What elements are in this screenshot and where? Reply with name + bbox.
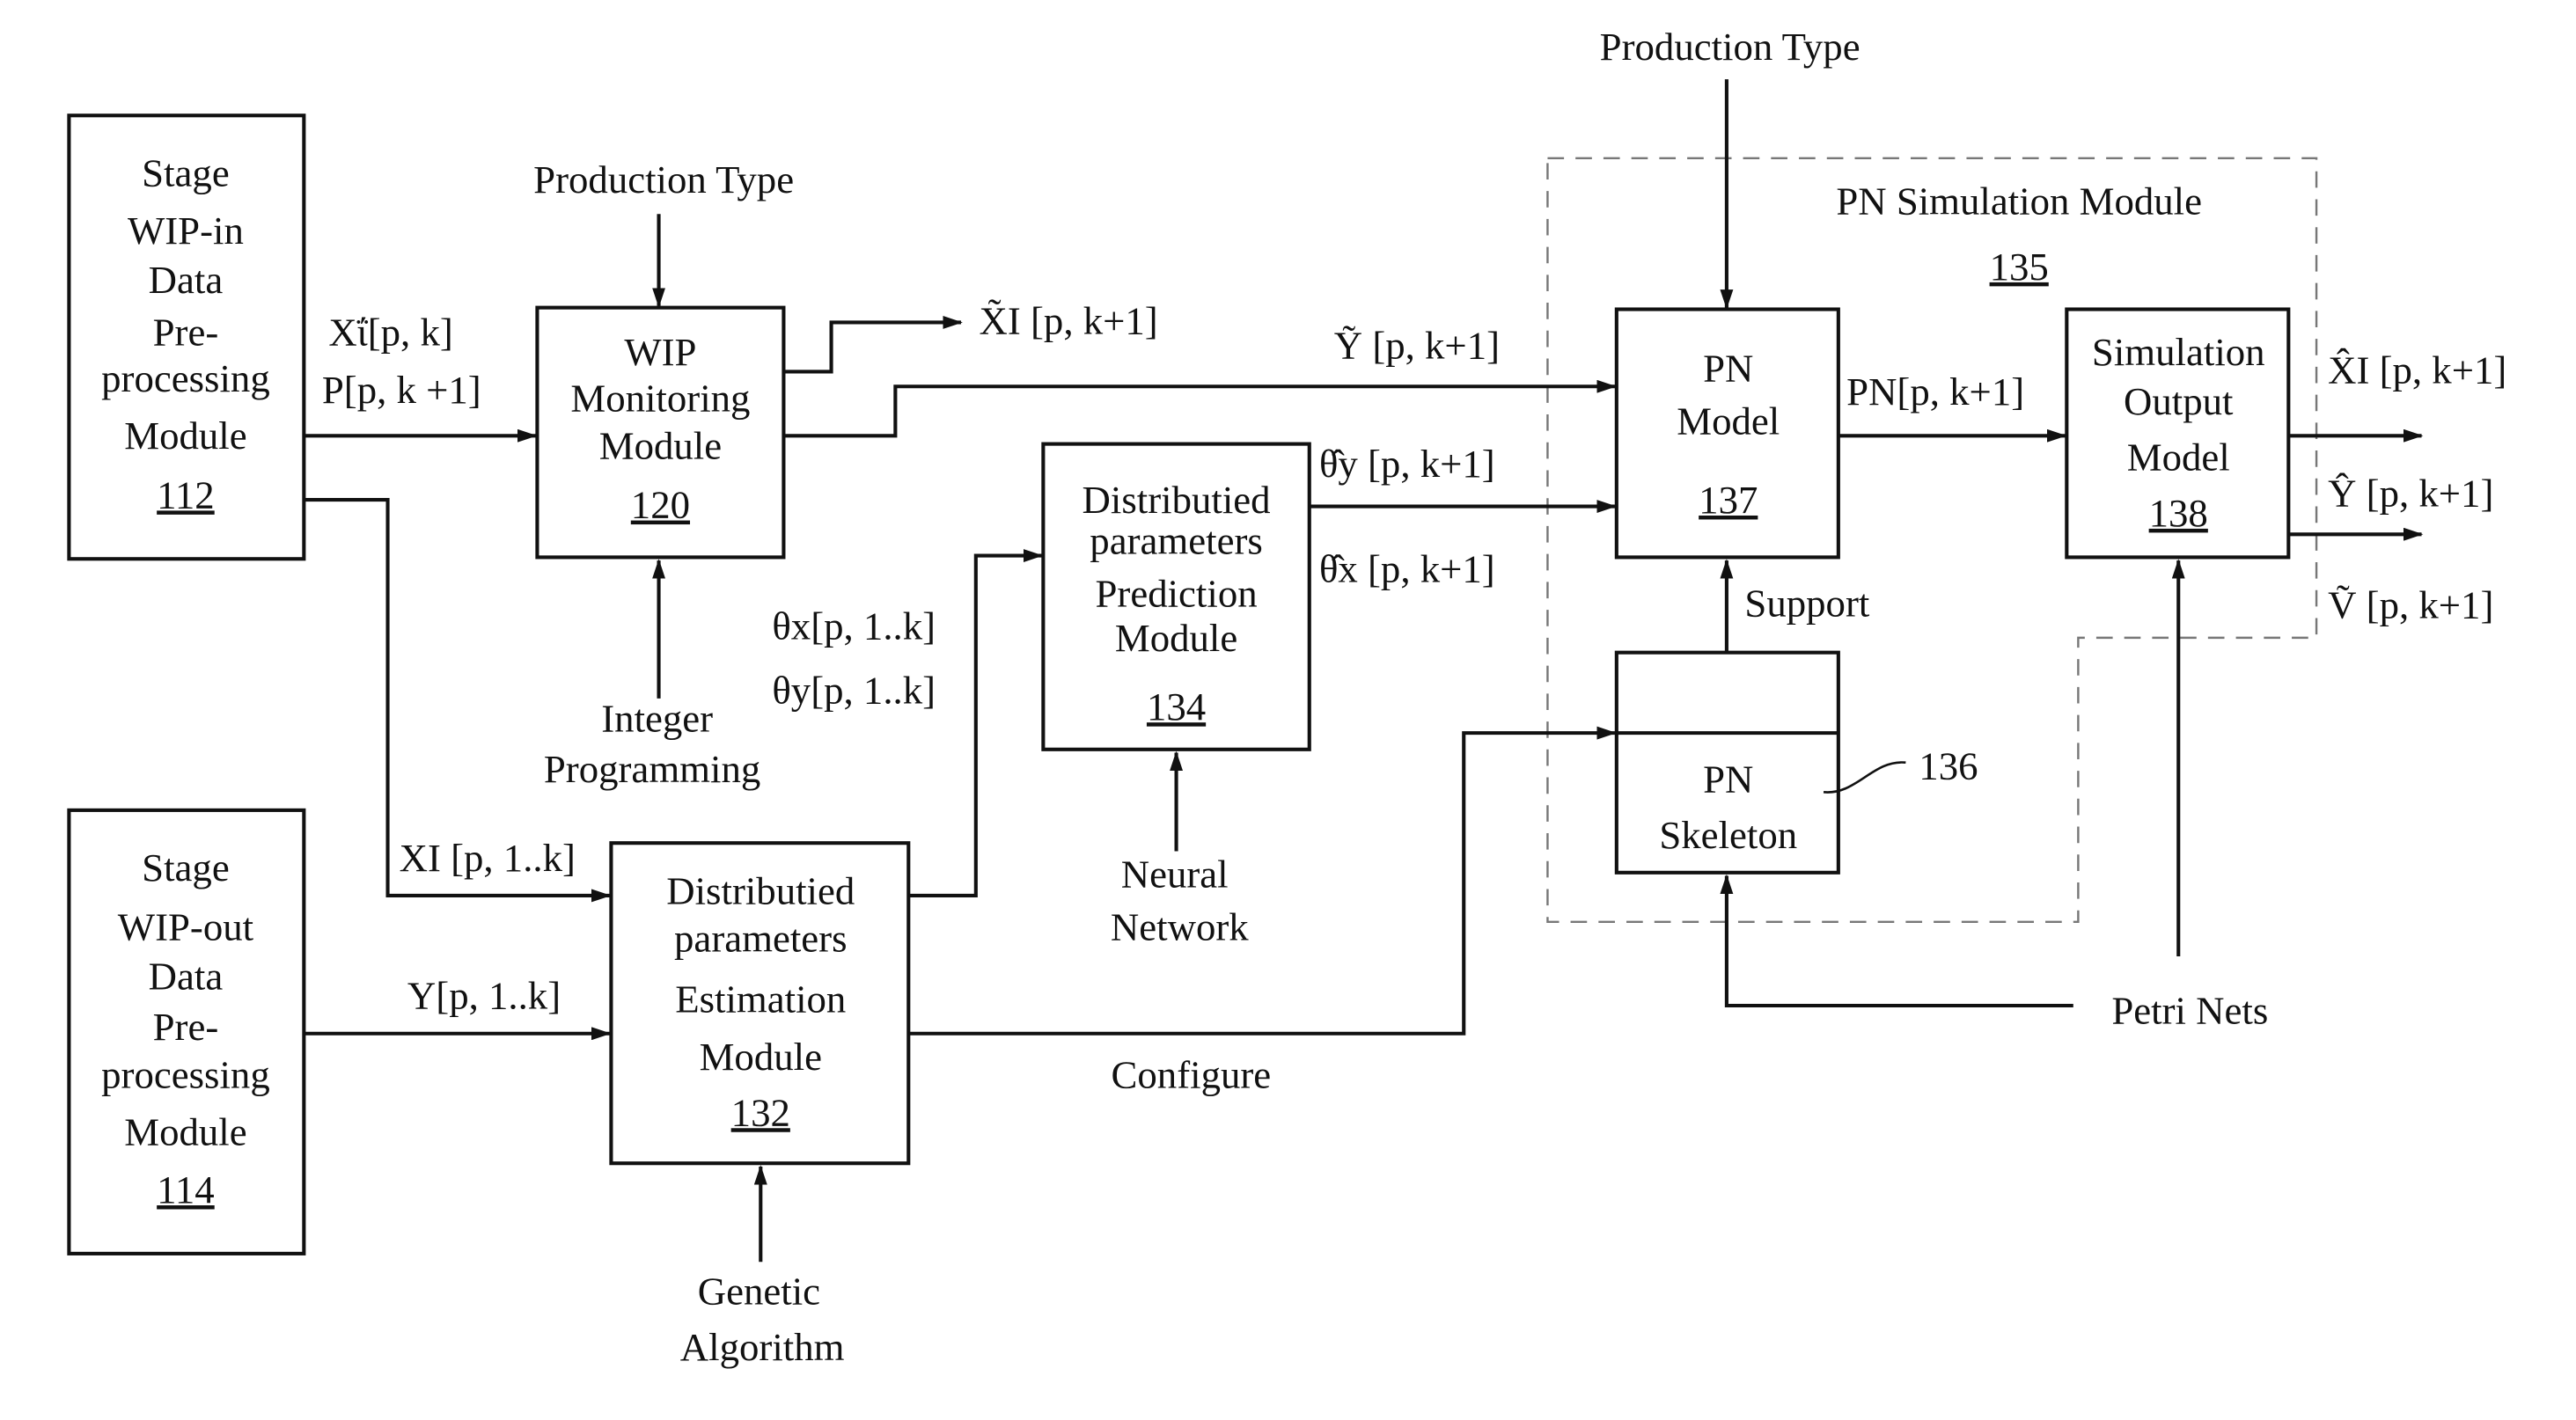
production-type-label-2: Production Type [1600, 25, 1860, 69]
svg-text:processing: processing [101, 356, 270, 400]
pn-simulation-number: 135 [1990, 245, 2049, 289]
svg-text:WIP: WIP [624, 330, 696, 374]
signal-theta-y-hat: θ̂y [p, k+1] [1319, 442, 1495, 486]
svg-text:Distributied: Distributied [1083, 478, 1271, 522]
arrow-120-to-137 [783, 379, 1617, 438]
signal-xi-hat: X̂I [p, k+1] [2328, 348, 2506, 392]
svg-text:Module: Module [124, 1110, 246, 1154]
production-type-label-1: Production Type [533, 157, 794, 201]
svg-text:Estimation: Estimation [675, 977, 846, 1021]
signal-y-tilde: Ỹ [p, k+1] [1334, 324, 1500, 368]
svg-text:parameters: parameters [1090, 519, 1263, 563]
module-137-pn-model[interactable]: PN Model 137 [1614, 307, 1840, 560]
svg-text:WIP-in: WIP-in [128, 209, 244, 253]
svg-text:Simulation: Simulation [2092, 330, 2265, 374]
signal-pn-pk1: PN[p, k+1] [1846, 370, 2024, 414]
signal-xi-tilde: X̃I [p, k+1] [980, 299, 1158, 343]
svg-text:Model: Model [2127, 435, 2230, 479]
signal-theta-y-history: θy[p, 1..k] [772, 669, 936, 713]
module-120-wip-monitoring[interactable]: WIP Monitoring Module 120 [535, 305, 786, 560]
svg-text:PN: PN [1703, 347, 1753, 391]
signal-p-pk1: P[p, k +1] [322, 368, 481, 412]
svg-text:Data: Data [149, 954, 224, 998]
svg-text:Network: Network [1111, 904, 1249, 948]
svg-text:Stage: Stage [142, 845, 230, 889]
signal-y-hat: Ŷ [p, k+1] [2328, 472, 2493, 516]
integer-programming-label: Integer [601, 696, 713, 740]
svg-text:Skeleton: Skeleton [1659, 813, 1797, 857]
svg-text:Monitoring: Monitoring [570, 376, 750, 420]
svg-text:Model: Model [1677, 399, 1780, 443]
svg-text:Module: Module [700, 1035, 822, 1079]
svg-text:Programming: Programming [544, 747, 760, 791]
module-138-simulation-output[interactable]: Simulation Output Model 138 [2065, 307, 2291, 560]
svg-text:Distributied: Distributied [666, 868, 855, 912]
svg-text:Data: Data [149, 258, 224, 302]
module-132-parameter-estimation[interactable]: Distributied parameters Estimation Modul… [609, 841, 911, 1166]
pn-simulation-title: PN Simulation Module [1836, 179, 2202, 223]
module-134-parameter-prediction[interactable]: Distributied parameters Prediction Modul… [1041, 442, 1311, 751]
arrow-120-xi-tilde-output [783, 315, 963, 374]
svg-text:processing: processing [101, 1052, 270, 1096]
module-number: 112 [157, 472, 215, 516]
svg-text:Stage: Stage [142, 151, 230, 195]
module-136-pn-skeleton[interactable]: PN Skeleton [1614, 650, 1840, 875]
arrow-petri-nets-to-136 [1720, 874, 2073, 1008]
svg-text:Module: Module [124, 414, 246, 457]
signal-v-tilde: Ṽ [p, k+1] [2328, 582, 2493, 626]
module-number: 132 [731, 1090, 790, 1134]
signal-y-history: Y[p, 1..k] [407, 974, 561, 1018]
signal-xi-history: XI [p, 1..k] [400, 836, 576, 880]
module-number: 137 [1699, 478, 1758, 522]
svg-text:Pre-: Pre- [153, 311, 219, 355]
arrow-132-configure-136 [908, 726, 1617, 1036]
svg-text:Module: Module [1115, 616, 1237, 660]
petri-nets-label: Petri Nets [2111, 989, 2268, 1033]
svg-text:Prediction: Prediction [1095, 571, 1257, 615]
svg-text:Pre-: Pre- [153, 1005, 219, 1049]
module-number: 114 [157, 1167, 215, 1211]
signal-theta-x-history: θx[p, 1..k] [772, 604, 936, 648]
diagram-canvas: PN Simulation Module 135 Stage WIP-in Da… [67, 25, 2506, 1369]
signal-configure: Configure [1112, 1052, 1272, 1096]
svg-text:parameters: parameters [674, 916, 847, 960]
svg-text:Algorithm: Algorithm [680, 1325, 845, 1369]
svg-text:Module: Module [599, 423, 722, 467]
svg-text:WIP-out: WIP-out [118, 904, 254, 948]
signal-support: Support [1744, 582, 1869, 626]
module-number: 134 [1147, 684, 1206, 728]
signal-theta-x-hat: θ̂x [p, k+1] [1319, 546, 1495, 590]
reference-number-136: 136 [1919, 743, 1978, 787]
svg-text:PN: PN [1703, 757, 1753, 801]
module-number: 120 [631, 483, 690, 527]
module-112-wip-in-preprocessing[interactable]: Stage WIP-in Data Pre- processing Module… [67, 113, 306, 561]
module-number: 138 [2149, 491, 2208, 535]
module-114-wip-out-preprocessing[interactable]: Stage WIP-out Data Pre- processing Modul… [67, 808, 306, 1255]
neural-network-label: Neural [1121, 853, 1229, 897]
signal-xi-pk: Xΐ[p, k] [328, 311, 452, 355]
svg-text:Output: Output [2124, 379, 2234, 423]
genetic-algorithm-label: Genetic [698, 1270, 820, 1314]
